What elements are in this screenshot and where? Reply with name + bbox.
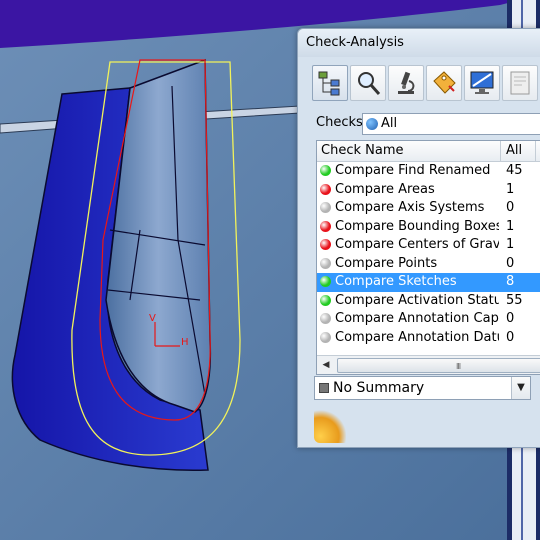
scroll-grip: III: [456, 362, 461, 371]
column-header-all[interactable]: All: [502, 141, 536, 161]
summary-icon: [319, 383, 329, 393]
check-count: 0: [506, 311, 515, 326]
status-dot-icon: [320, 220, 331, 232]
list-item[interactable]: Compare Annotation Datu… 0: [317, 329, 540, 348]
tag-icon[interactable]: [426, 65, 462, 101]
list-header: Check Name All: [317, 141, 540, 162]
check-count: 1: [506, 237, 515, 252]
list-item[interactable]: Compare Points 0: [317, 255, 540, 274]
list-item[interactable]: Compare Centers of Gravity 1: [317, 236, 540, 255]
list-item[interactable]: Compare Sketches 8: [317, 273, 540, 292]
monitor-icon[interactable]: [464, 65, 500, 101]
check-name: Compare Annotation Datu…: [335, 329, 499, 345]
scroll-left-arrow-icon[interactable]: ◀: [317, 356, 335, 374]
check-count: 55: [506, 292, 523, 308]
summary-value: No Summary: [333, 380, 425, 396]
globe-icon: [366, 118, 378, 130]
dialog-title[interactable]: Check-Analysis: [298, 29, 540, 57]
scroll-thumb[interactable]: III: [337, 358, 540, 373]
check-name: Compare Bounding Boxes: [335, 218, 499, 234]
summary-select[interactable]: No Summary ▼: [314, 376, 531, 400]
status-dot-icon: [320, 183, 331, 195]
check-name: Compare Annotation Capt…: [335, 311, 499, 326]
status-dot-icon: [320, 165, 331, 176]
check-name: Compare Activation Status: [335, 292, 499, 308]
list-item[interactable]: Compare Areas 1: [317, 181, 540, 200]
status-dot-icon: [320, 331, 331, 343]
status-dot-icon: [320, 257, 331, 269]
checks-filter-row: Checks: All: [316, 113, 540, 135]
status-dot-icon: [320, 313, 331, 324]
check-count: 1: [506, 181, 515, 197]
check-name: Compare Areas: [335, 181, 435, 197]
axis-h-label: H: [181, 337, 189, 348]
check-name: Compare Centers of Gravity: [335, 237, 499, 252]
list-item[interactable]: Compare Annotation Capt… 0: [317, 310, 540, 329]
checks-filter-field[interactable]: All: [362, 113, 540, 135]
check-name: Compare Sketches: [335, 274, 457, 289]
check-name: Compare Axis Systems: [335, 200, 485, 215]
status-dot-icon: [320, 202, 331, 213]
list-item[interactable]: Compare Bounding Boxes 1: [317, 218, 540, 237]
list-item[interactable]: Compare Axis Systems 0: [317, 199, 540, 218]
dialog-toolbar: [312, 65, 540, 105]
check-count: 8: [506, 274, 515, 289]
status-dot-icon: [320, 276, 331, 287]
axis-v-label: V: [149, 313, 156, 324]
magnifier-icon[interactable]: [350, 65, 386, 101]
column-header-check-name[interactable]: Check Name: [317, 141, 501, 161]
check-results-list[interactable]: Check Name All Compare Find Renamed 45 Com…: [316, 140, 540, 375]
check-count: 1: [506, 218, 515, 234]
checks-label: Checks:: [316, 115, 368, 130]
check-count: 0: [506, 255, 515, 271]
check-name: Compare Points: [335, 255, 438, 271]
check-count: 0: [506, 329, 515, 345]
tree-icon[interactable]: [312, 65, 348, 101]
microscope-icon[interactable]: [388, 65, 424, 101]
check-count: 0: [506, 200, 515, 215]
check-analysis-dialog[interactable]: Check-Analysis Checks: All Check Name Al…: [297, 28, 540, 448]
list-item[interactable]: Compare Find Renamed 45: [317, 162, 540, 181]
list-item[interactable]: Compare Activation Status 55: [317, 292, 540, 311]
check-count: 45: [506, 163, 523, 178]
status-dot-icon: [320, 239, 331, 250]
chevron-down-icon[interactable]: ▼: [511, 377, 530, 399]
status-dot-icon: [320, 294, 331, 306]
corner-decoration: [314, 409, 346, 443]
checks-filter-value: All: [381, 116, 398, 131]
report-icon[interactable]: [502, 65, 538, 101]
check-name: Compare Find Renamed: [335, 163, 491, 178]
horizontal-scrollbar[interactable]: ◀ III: [317, 355, 540, 374]
